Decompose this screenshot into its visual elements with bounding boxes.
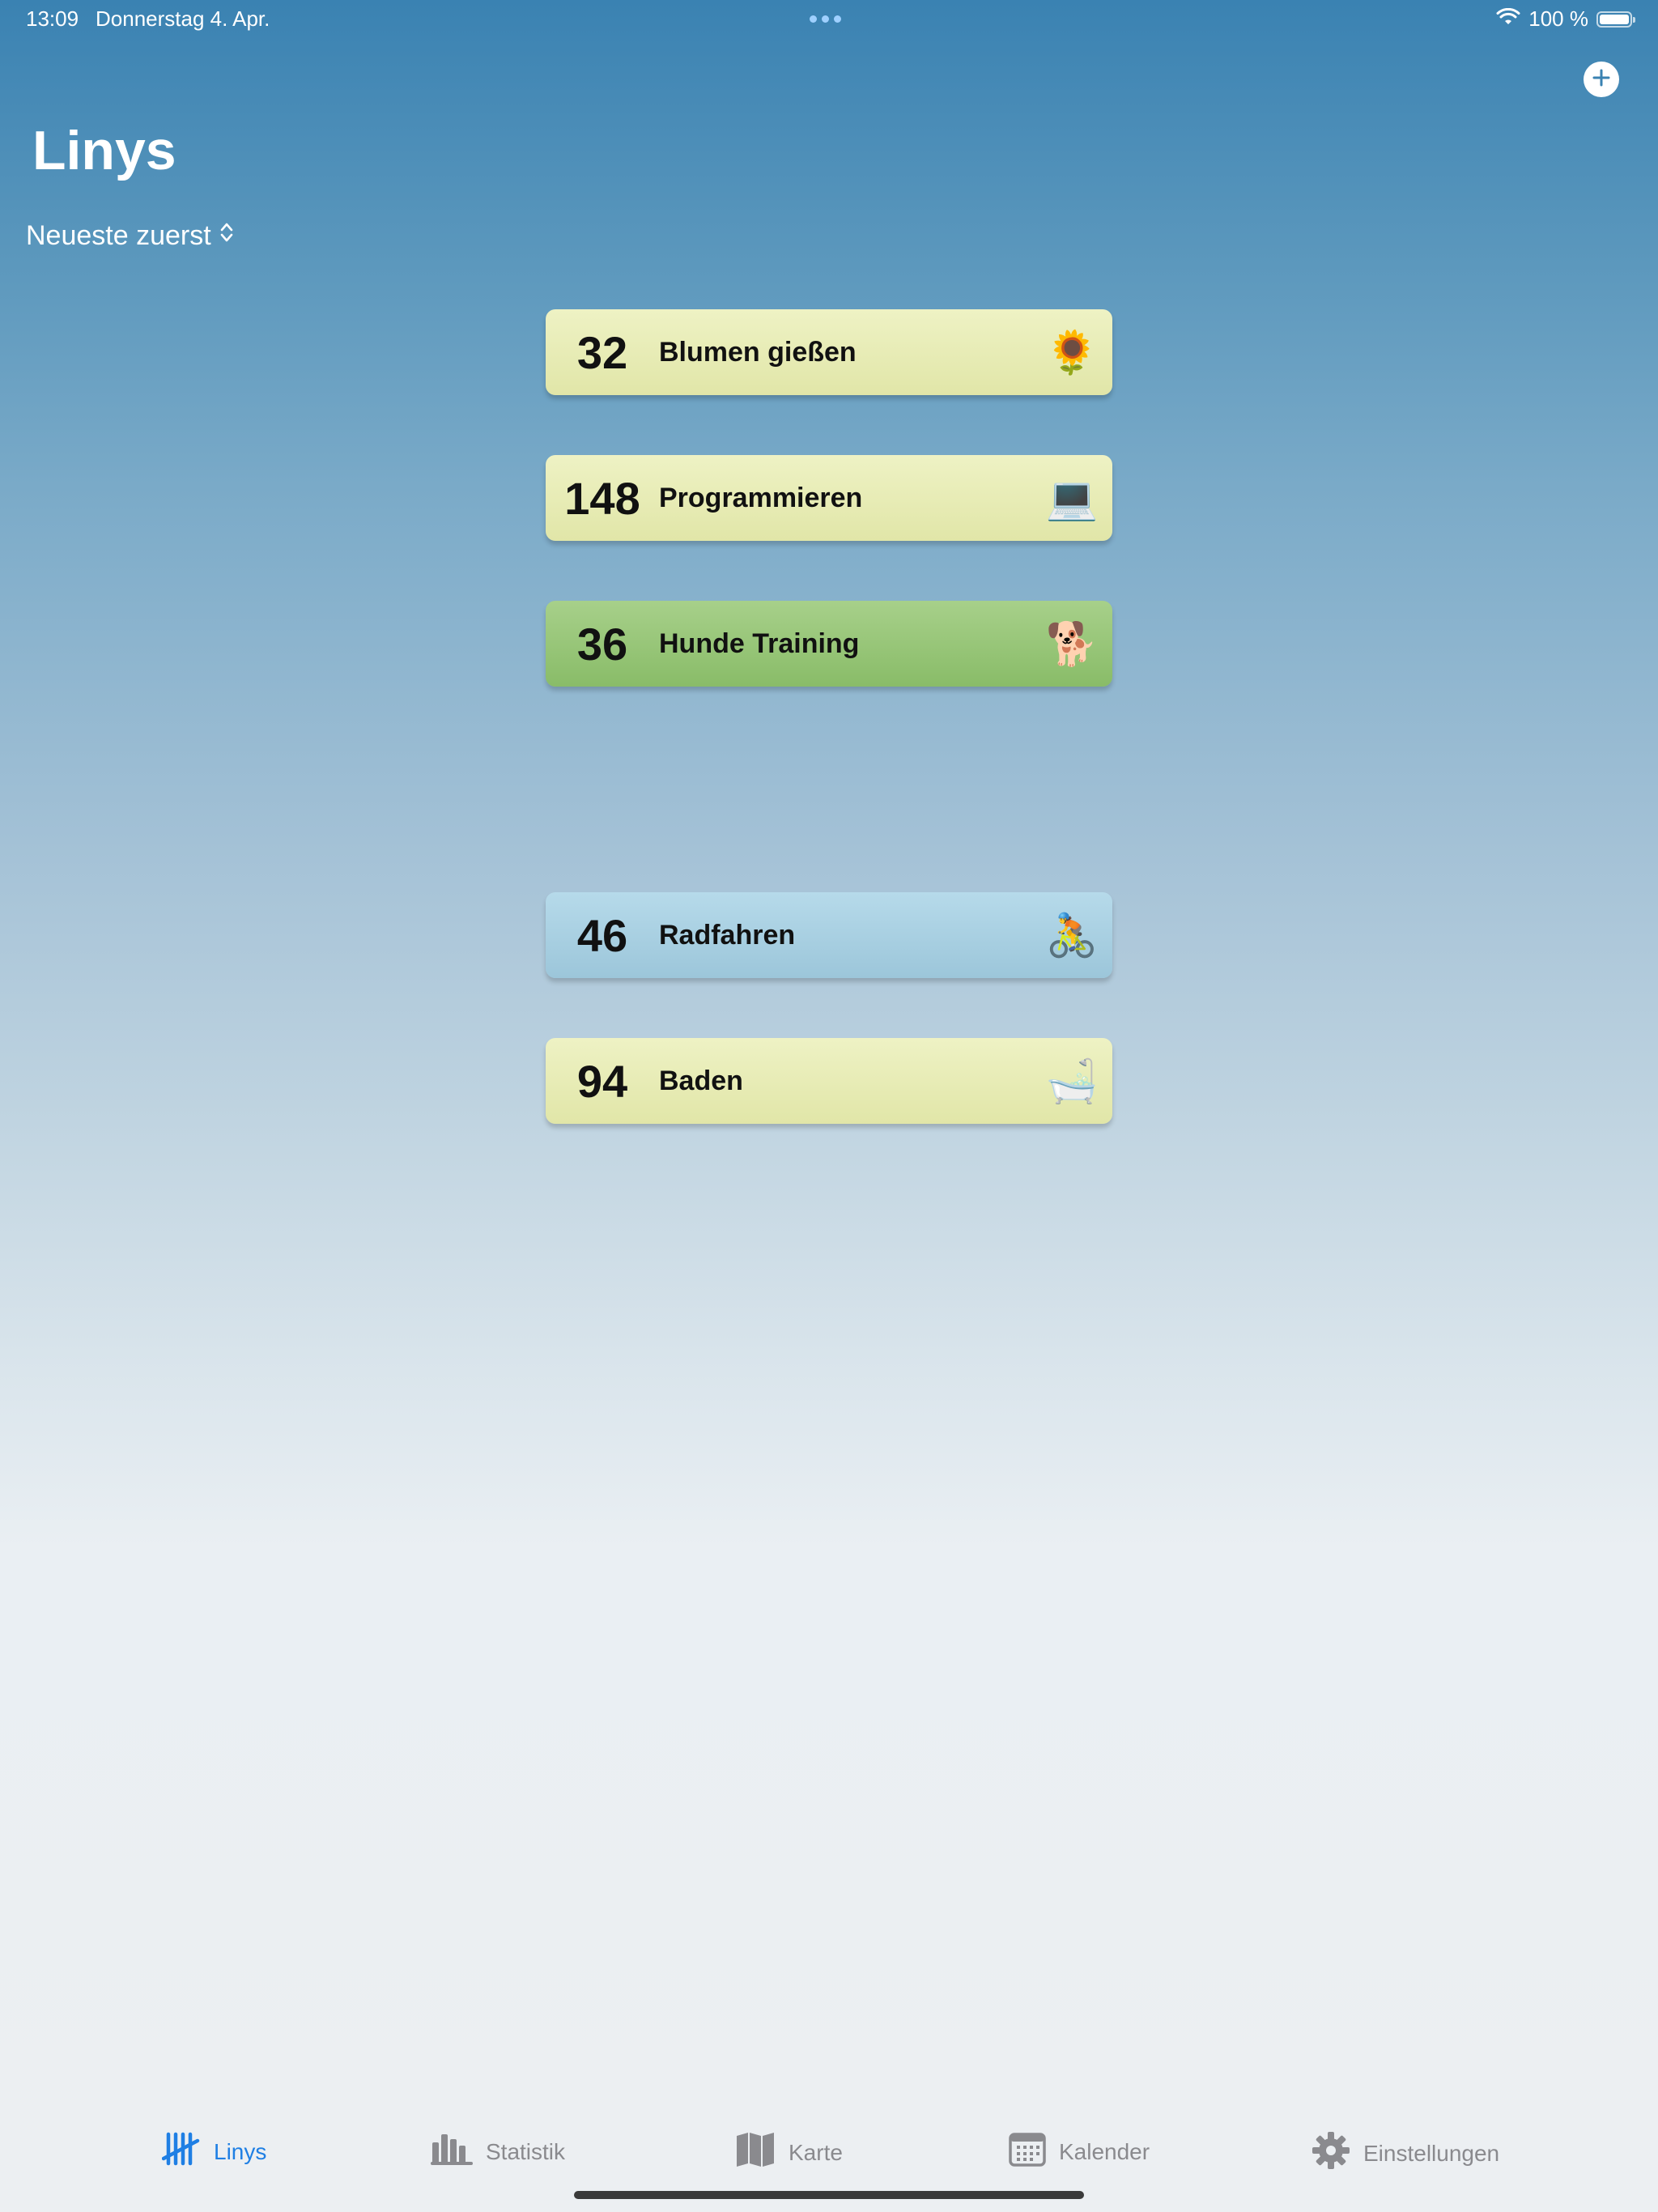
sort-button[interactable]: Neueste zuerst (26, 220, 234, 252)
battery-icon (1596, 11, 1635, 28)
home-indicator[interactable] (574, 2191, 1084, 2199)
tally-card-programmieren[interactable]: 148 Programmieren 💻 (546, 455, 1112, 541)
tab-bar: Linys Statistik Karte Kalender Einstellu… (0, 2105, 1658, 2194)
tab-statistik[interactable]: Statistik (431, 2131, 565, 2172)
gear-icon (1312, 2131, 1350, 2176)
tab-linys[interactable]: Linys (161, 2131, 267, 2172)
tally-card-radfahren[interactable]: 46 Radfahren 🚴 (546, 892, 1112, 978)
tab-label: Kalender (1059, 2138, 1150, 2164)
tally-name: Radfahren (659, 919, 796, 951)
tally-card-baden[interactable]: 94 Baden 🛁 (546, 1038, 1112, 1124)
tally-count: 32 (576, 326, 628, 378)
tally-card-hunde-training[interactable]: 36 Hunde Training 🐕 (546, 601, 1112, 687)
laptop-icon: 💻 (1045, 474, 1099, 523)
wifi-icon (1496, 6, 1520, 32)
tally-count: 46 (576, 909, 628, 961)
status-time: 13:09 (26, 6, 79, 31)
add-button[interactable] (1584, 62, 1619, 97)
tab-label: Einstellungen (1363, 2140, 1500, 2166)
bar-chart-icon (431, 2131, 473, 2172)
chevron-up-down-icon (219, 220, 234, 252)
tab-label: Karte (789, 2139, 843, 2165)
tally-name: Programmieren (659, 482, 863, 513)
dog-icon: 🐕 (1045, 619, 1099, 669)
status-bar: 13:09 Donnerstag 4. Apr. 100 % (0, 0, 1658, 39)
page-title: Linys (32, 120, 176, 181)
cyclist-icon: 🚴 (1045, 911, 1099, 960)
status-date: Donnerstag 4. Apr. (96, 6, 270, 31)
status-right: 100 % (1496, 6, 1635, 32)
tally-card-blumen-giessen[interactable]: 32 Blumen gießen 🌻 (546, 309, 1112, 395)
tally-name: Baden (659, 1065, 743, 1096)
tab-label: Linys (214, 2138, 267, 2164)
tab-label: Statistik (486, 2138, 566, 2164)
sunflower-icon: 🌻 (1045, 328, 1099, 377)
multitasking-dots-icon[interactable] (810, 15, 841, 23)
sort-label: Neueste zuerst (26, 220, 211, 251)
tab-einstellungen[interactable]: Einstellungen (1312, 2131, 1499, 2176)
bathtub-icon: 🛁 (1045, 1057, 1099, 1106)
calendar-icon (1009, 2131, 1046, 2172)
tally-count: 148 (564, 472, 640, 524)
battery-percentage: 100 % (1528, 6, 1588, 31)
tally-name: Blumen gießen (659, 336, 857, 368)
plus-icon (1591, 67, 1612, 92)
tally-icon (161, 2131, 201, 2172)
tally-count: 36 (576, 618, 628, 670)
tab-karte[interactable]: Karte (735, 2131, 843, 2174)
tally-count: 94 (576, 1055, 628, 1107)
tally-name: Hunde Training (659, 627, 860, 659)
tab-kalender[interactable]: Kalender (1009, 2131, 1150, 2172)
map-icon (735, 2131, 776, 2174)
